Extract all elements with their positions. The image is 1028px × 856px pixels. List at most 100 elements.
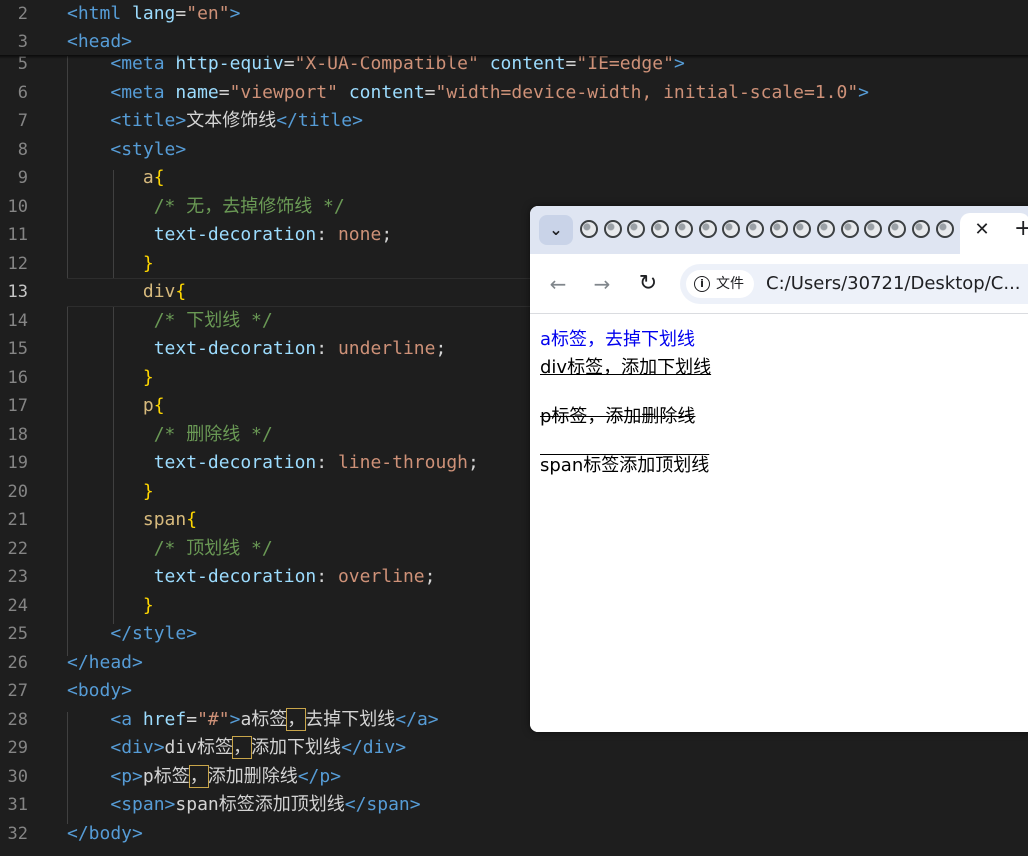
code-line[interactable]: 6 <meta name="viewport" content="width=d… <box>0 79 1028 108</box>
line-number: 28 <box>7 710 28 730</box>
close-tab-icon[interactable]: ✕ <box>970 218 994 242</box>
code-line[interactable]: 2 <html lang="en"> <box>0 0 1028 29</box>
site-info-chip[interactable]: i 文件 <box>686 270 754 298</box>
globe-icon[interactable] <box>888 220 907 238</box>
demo-div-underline: div标签，添加下划线 <box>540 357 712 378</box>
line-number: 16 <box>7 368 28 388</box>
code-text: <p>p标签，添加删除线</p> <box>110 765 342 788</box>
line-number: 21 <box>7 510 28 530</box>
code-text: </style> <box>110 623 198 644</box>
code-text: text-decoration: none; <box>153 224 393 245</box>
line-number: 17 <box>7 396 28 416</box>
page-viewport: a标签，去掉下划线 div标签，添加下划线 p标签，添加删除线 span标签添加… <box>530 315 1028 732</box>
code-text: } <box>142 481 154 502</box>
tab-strip: ⌄ ✕ + <box>530 206 1028 254</box>
tab-search-button[interactable]: ⌄ <box>539 215 573 245</box>
address-bar[interactable]: i 文件 C:/Users/30721/Desktop/C... <box>680 264 1028 304</box>
code-text: </body> <box>67 823 143 844</box>
globe-icon[interactable] <box>911 220 930 238</box>
line-number: 2 <box>17 4 28 24</box>
code-line[interactable]: 9 a{ <box>0 164 1028 193</box>
line-number: 12 <box>7 254 28 274</box>
code-text: <title>文本修饰线</title> <box>110 110 363 131</box>
globe-icon[interactable] <box>722 220 741 238</box>
globe-icon[interactable] <box>793 220 812 238</box>
line-number: 11 <box>7 225 28 245</box>
code-text: /* 下划线 */ <box>153 310 273 331</box>
demo-span-overline: span标签添加顶划线 <box>540 455 710 476</box>
line-number: 6 <box>17 83 28 103</box>
globe-icon[interactable] <box>817 220 835 238</box>
code-text: <style> <box>110 139 187 160</box>
line-number: 30 <box>7 767 28 787</box>
line-number: 18 <box>7 425 28 445</box>
globe-icon[interactable] <box>769 220 788 238</box>
code-text: } <box>142 367 154 388</box>
line-number: 10 <box>7 197 28 217</box>
globe-icon[interactable] <box>674 220 693 238</box>
code-text: <html lang="en"> <box>67 3 241 24</box>
globe-icon[interactable] <box>840 220 859 238</box>
code-text: <body> <box>67 680 133 701</box>
code-text: span{ <box>142 509 198 530</box>
sticky-scroll-shadow <box>0 55 1028 59</box>
new-tab-icon[interactable]: + <box>1014 216 1028 242</box>
code-line[interactable]: 8 <style> <box>0 136 1028 165</box>
line-number: 9 <box>17 168 28 188</box>
code-text: p{ <box>142 395 165 416</box>
code-text: <a href="#">a标签，去掉下划线</a> <box>110 708 439 731</box>
globe-icon[interactable] <box>580 220 598 238</box>
line-number: 29 <box>7 738 28 758</box>
line-number: 23 <box>7 567 28 587</box>
code-text: text-decoration: overline; <box>153 566 436 587</box>
globe-icon[interactable] <box>935 220 954 238</box>
browser-window: ⌄ ✕ + ← → ↻ i 文件 C:/Users/30721/Desktop/… <box>530 206 1028 732</box>
code-text: /* 无，去掉修饰线 */ <box>153 196 345 217</box>
code-text: } <box>142 253 154 274</box>
line-number: 31 <box>7 795 28 815</box>
code-text: } <box>142 595 154 616</box>
code-text: <meta name="viewport" content="width=dev… <box>110 82 869 103</box>
code-text: text-decoration: line-through; <box>153 452 479 473</box>
code-line[interactable]: 31 <span>span标签添加顶划线</span> <box>0 791 1028 820</box>
line-number: 26 <box>7 653 28 673</box>
line-number: 25 <box>7 624 28 644</box>
line-number: 24 <box>7 596 28 616</box>
globe-icon[interactable] <box>745 220 764 238</box>
code-text: /* 顶划线 */ <box>153 538 273 559</box>
forward-icon[interactable]: → <box>586 268 618 300</box>
globe-icon[interactable] <box>698 220 717 238</box>
code-line[interactable]: 32 </body> <box>0 820 1028 849</box>
globe-icon[interactable] <box>651 220 670 238</box>
site-chip-label: 文件 <box>716 276 744 292</box>
code-text: <div>div标签，添加下划线</div> <box>110 736 407 759</box>
code-line[interactable]: 30 <p>p标签，添加删除线</p> <box>0 763 1028 792</box>
code-text: div{ <box>142 281 187 302</box>
url-text[interactable]: C:/Users/30721/Desktop/C... <box>766 264 1021 304</box>
globe-icon[interactable] <box>864 220 883 238</box>
line-number: 22 <box>7 539 28 559</box>
code-text: text-decoration: underline; <box>153 338 447 359</box>
line-number: 20 <box>7 482 28 502</box>
line-number: 32 <box>7 824 28 844</box>
demo-link[interactable]: a标签，去掉下划线 <box>540 327 695 353</box>
line-number: 7 <box>17 111 28 131</box>
browser-toolbar: ← → ↻ i 文件 C:/Users/30721/Desktop/C... <box>530 254 1028 314</box>
globe-icon[interactable] <box>603 220 622 238</box>
code-line[interactable]: 29 <div>div标签，添加下划线</div> <box>0 734 1028 763</box>
chevron-down-icon: ⌄ <box>549 220 563 239</box>
info-icon: i <box>694 276 710 292</box>
code-text: <span>span标签添加顶划线</span> <box>110 794 421 815</box>
line-number: 15 <box>7 339 28 359</box>
code-text: a{ <box>142 167 165 188</box>
line-number: 13 <box>7 282 28 302</box>
line-number: 14 <box>7 311 28 331</box>
demo-p-line-through: p标签，添加删除线 <box>540 406 696 427</box>
code-line[interactable]: 7 <title>文本修饰线</title> <box>0 107 1028 136</box>
globe-icon[interactable] <box>627 220 646 238</box>
line-number: 19 <box>7 453 28 473</box>
reload-icon[interactable]: ↻ <box>632 268 664 300</box>
back-icon[interactable]: ← <box>542 268 574 300</box>
code-text: </head> <box>67 652 143 673</box>
line-number: 8 <box>17 140 28 160</box>
